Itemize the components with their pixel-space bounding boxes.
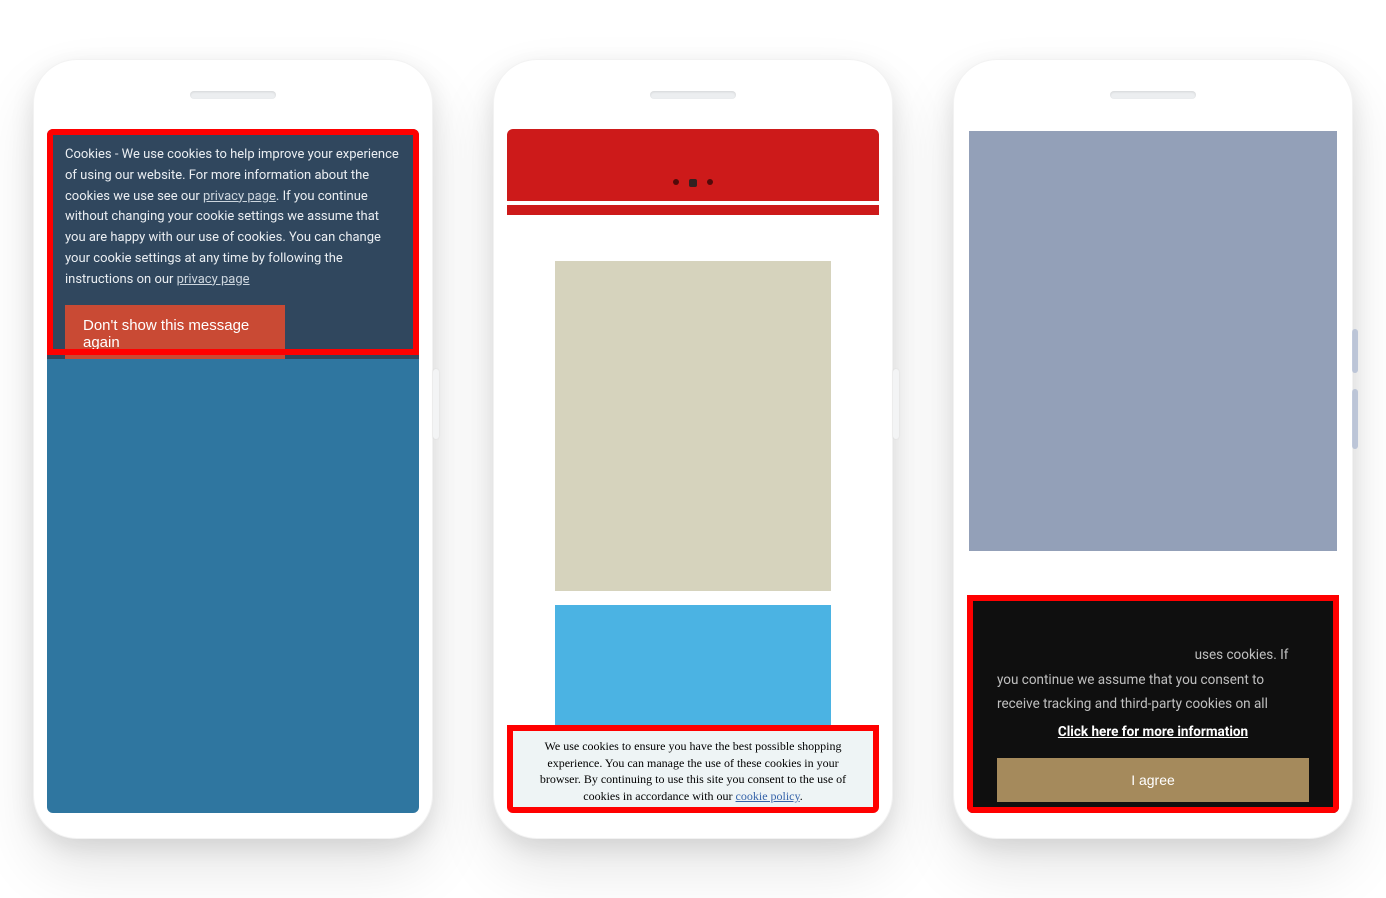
cookie-text: xxxxxxxxxxxxxxxxxxxxxxxxxxxxx uses cooki… (997, 643, 1309, 716)
phone-screen-3: x xxxxxxxxxxxxxxxxxxxxxxxxxxxxx uses coo… (967, 129, 1339, 813)
agree-cookie-button[interactable]: I agree (997, 758, 1309, 802)
divider (507, 201, 879, 205)
cookie-banner: x xxxxxxxxxxxxxxxxxxxxxxxxxxxxx uses coo… (967, 599, 1339, 813)
cookie-text-line: x (997, 619, 1309, 643)
carousel-dot-active[interactable] (689, 179, 697, 187)
content-block (555, 605, 831, 725)
phone-side-button (893, 369, 899, 439)
phones-row: Cookies - We use cookies to help improve… (33, 39, 1353, 859)
phone-side-button (1352, 329, 1358, 373)
carousel-dots (673, 179, 713, 187)
page-header-placeholder (507, 129, 879, 215)
dismiss-cookie-button[interactable]: Don't show this message again (65, 305, 285, 363)
carousel-dot[interactable] (673, 179, 679, 185)
phone-speaker (1110, 91, 1196, 99)
carousel-dot[interactable] (707, 179, 713, 185)
cookie-text-suffix: . (800, 789, 803, 803)
phone-mockup-1: Cookies - We use cookies to help improve… (33, 59, 433, 839)
page-hero-placeholder (47, 359, 419, 813)
content-block (555, 261, 831, 591)
page-hero-placeholder (969, 131, 1337, 551)
phone-screen-2: We use cookies to ensure you have the be… (507, 129, 879, 813)
page-content-placeholder (507, 215, 879, 735)
privacy-page-link[interactable]: privacy page (177, 272, 250, 287)
phone-mockup-3: x xxxxxxxxxxxxxxxxxxxxxxxxxxxxx uses coo… (953, 59, 1353, 839)
phone-side-button (433, 369, 439, 439)
privacy-page-link[interactable]: privacy page (203, 189, 276, 204)
phone-side-button (1352, 389, 1358, 449)
cookie-banner: Cookies - We use cookies to help improve… (47, 129, 419, 385)
more-information-link[interactable]: Click here for more information (997, 720, 1309, 744)
phone-speaker (190, 91, 276, 99)
cookie-banner: We use cookies to ensure you have the be… (507, 728, 879, 813)
phone-screen-1: Cookies - We use cookies to help improve… (47, 129, 419, 813)
cookie-policy-link[interactable]: cookie policy (736, 789, 800, 803)
phone-mockup-2: We use cookies to ensure you have the be… (493, 59, 893, 839)
phone-speaker (650, 91, 736, 99)
